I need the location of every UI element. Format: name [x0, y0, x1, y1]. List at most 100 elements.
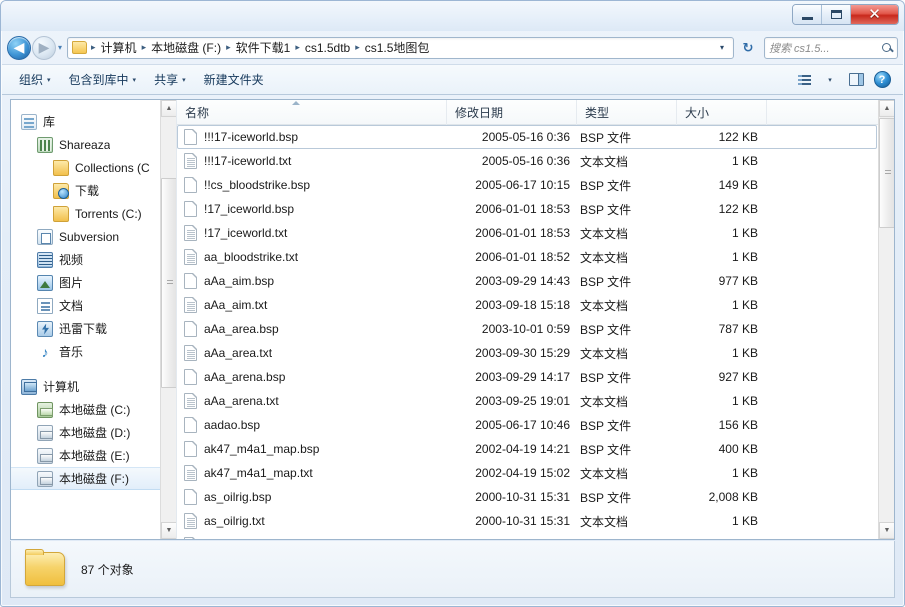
- bsp-file-icon: [184, 441, 197, 457]
- table-row[interactable]: aAa_area.bsp2003-10-01 0:59BSP 文件787 KB: [177, 317, 877, 341]
- scrollbar-thumb[interactable]: [161, 178, 177, 388]
- breadcrumb-item-4[interactable]: cs1.5地图包: [362, 38, 433, 57]
- search-input[interactable]: 搜索 cs1.5...: [769, 40, 882, 56]
- sidebar-item-12[interactable]: 计算机: [11, 375, 176, 398]
- view-options-icon: [798, 75, 811, 85]
- scroll-up-button[interactable]: ▲: [161, 100, 177, 117]
- text-file-icon: [184, 513, 197, 529]
- sidebar-item-4[interactable]: Torrents (C:): [11, 202, 176, 225]
- table-row[interactable]: aAa_arena.bsp2003-09-29 14:17BSP 文件927 K…: [177, 365, 877, 389]
- sidebar-item-10[interactable]: ♪音乐: [11, 340, 176, 363]
- column-header-date-label: 修改日期: [455, 104, 503, 121]
- table-row[interactable]: !!!17-iceworld.txt2005-05-16 0:36文本文档1 K…: [177, 149, 877, 173]
- item-count-label: 87 个对象: [81, 561, 134, 578]
- refresh-button[interactable]: ↻: [737, 37, 759, 59]
- sidebar-spacer: [11, 363, 176, 375]
- close-icon: ✕: [868, 7, 881, 22]
- share-button[interactable]: 共享 ▾: [145, 67, 195, 92]
- sidebar-item-7[interactable]: 图片: [11, 271, 176, 294]
- sort-ascending-icon: [292, 101, 300, 105]
- table-row[interactable]: !!!17-iceworld.bsp2005-05-16 0:36BSP 文件1…: [177, 125, 877, 149]
- refresh-icon: ↻: [743, 40, 754, 56]
- table-row[interactable]: ak47_m4a1_map.txt2002-04-19 15:02文本文档1 K…: [177, 461, 877, 485]
- table-row[interactable]: aAa_area.txt2003-09-30 15:29文本文档1 KB: [177, 341, 877, 365]
- folder-icon: [53, 206, 69, 222]
- navigation-tree: 库ShareazaCollections (C下载 Torrents (C:) Su…: [11, 100, 176, 490]
- file-date-cell: 2003-09-30 15:29: [448, 346, 578, 360]
- folder-icon: [72, 41, 87, 54]
- file-size-cell: 1 KB: [678, 514, 768, 528]
- file-date-cell: 2000-10-31 15:31: [448, 514, 578, 528]
- file-type-cell: 文本文档: [578, 249, 678, 266]
- file-name-cell: !17_iceworld.bsp: [178, 201, 448, 217]
- file-type-cell: 文本文档: [578, 513, 678, 530]
- navigation-scrollbar[interactable]: ▲ ▼: [160, 100, 176, 539]
- close-button[interactable]: ✕: [851, 5, 898, 24]
- sidebar-item-label: Torrents (C:): [75, 207, 142, 221]
- column-header-name[interactable]: 名称: [177, 100, 447, 125]
- table-row[interactable]: !!cs_bloodstrike.bsp2005-06-17 10:15BSP …: [177, 173, 877, 197]
- scroll-down-button[interactable]: ▼: [161, 522, 177, 539]
- organize-button[interactable]: 组织 ▾: [10, 67, 60, 92]
- file-type-cell: BSP 文件: [578, 129, 678, 146]
- sidebar-item-0[interactable]: 库: [11, 110, 176, 133]
- chevron-down-icon[interactable]: ▾: [715, 43, 729, 52]
- table-row[interactable]: aAa_arena.txt2003-09-25 19:01文本文档1 KB: [177, 389, 877, 413]
- search-box[interactable]: 搜索 cs1.5...: [764, 37, 898, 59]
- file-list-scrollbar[interactable]: ▲ ▼: [878, 100, 894, 539]
- forward-button[interactable]: ▶: [32, 36, 56, 60]
- column-header-size[interactable]: 大小: [677, 100, 767, 125]
- sidebar-item-2[interactable]: Collections (C: [11, 156, 176, 179]
- include-in-library-button[interactable]: 包含到库中 ▾: [60, 67, 146, 92]
- table-row[interactable]: as_oilrig.bsp2000-10-31 15:31BSP 文件2,008…: [177, 485, 877, 509]
- table-row[interactable]: ak47_m4a1_map.bsp2002-04-19 14:21BSP 文件4…: [177, 437, 877, 461]
- sidebar-item-15[interactable]: 本地磁盘 (E:): [11, 444, 176, 467]
- table-row[interactable]: !17_iceworld.bsp2006-01-01 18:53BSP 文件12…: [177, 197, 877, 221]
- column-header-type[interactable]: 类型: [577, 100, 677, 125]
- text-file-icon: [184, 393, 197, 409]
- sidebar-item-16[interactable]: 本地磁盘 (F:): [11, 467, 176, 490]
- table-row[interactable]: aadao.bsp2005-06-17 10:46BSP 文件156 KB: [177, 413, 877, 437]
- file-type-cell: BSP 文件: [578, 489, 678, 506]
- file-size-cell: 122 KB: [678, 130, 768, 144]
- column-header-date[interactable]: 修改日期: [447, 100, 577, 125]
- file-size-cell: 1 KB: [678, 154, 768, 168]
- maximize-button[interactable]: [822, 5, 851, 24]
- breadcrumb-item-2[interactable]: 软件下载1: [233, 38, 294, 57]
- table-row[interactable]: as_oilrig.txt2000-10-31 15:31文本文档1 KB: [177, 509, 877, 533]
- file-name-cell: !!cs_bloodstrike.bsp: [178, 177, 448, 193]
- sidebar-item-3[interactable]: 下载: [11, 179, 176, 202]
- history-dropdown-button[interactable]: ▾: [58, 43, 62, 52]
- file-size-cell: 2,008 KB: [678, 490, 768, 504]
- change-view-button[interactable]: [791, 69, 817, 91]
- view-dropdown-button[interactable]: ▾: [817, 69, 843, 91]
- breadcrumb-item-1[interactable]: 本地磁盘 (F:): [148, 38, 224, 57]
- sidebar-item-9[interactable]: 迅雷下载: [11, 317, 176, 340]
- scroll-up-button[interactable]: ▲: [879, 100, 894, 117]
- table-row[interactable]: as_tundra.bsp2001-08-02 10:40BSP 文件2,281…: [177, 533, 877, 539]
- help-button[interactable]: ?: [869, 69, 895, 91]
- minimize-button[interactable]: [793, 5, 822, 24]
- sidebar-item-1[interactable]: Shareaza: [11, 133, 176, 156]
- drive-icon: [37, 471, 53, 487]
- table-row[interactable]: aAa_aim.bsp2003-09-29 14:43BSP 文件977 KB: [177, 269, 877, 293]
- sidebar-item-8[interactable]: 文档: [11, 294, 176, 317]
- table-row[interactable]: !17_iceworld.txt2006-01-01 18:53文本文档1 KB: [177, 221, 877, 245]
- sidebar-item-6[interactable]: 视频: [11, 248, 176, 271]
- folder-icon: [25, 552, 65, 586]
- scroll-down-button[interactable]: ▼: [879, 522, 894, 539]
- breadcrumb-item-0[interactable]: 计算机: [98, 38, 140, 57]
- breadcrumb-bar[interactable]: ▸ 计算机 ▸ 本地磁盘 (F:) ▸ 软件下载1 ▸ cs1.5dtb ▸ c…: [67, 37, 734, 59]
- breadcrumb-separator-2: ▸: [224, 42, 233, 53]
- sidebar-item-14[interactable]: 本地磁盘 (D:): [11, 421, 176, 444]
- table-row[interactable]: aAa_aim.txt2003-09-18 15:18文本文档1 KB: [177, 293, 877, 317]
- scrollbar-thumb[interactable]: [879, 118, 894, 228]
- breadcrumb-item-3[interactable]: cs1.5dtb: [302, 40, 353, 56]
- back-button[interactable]: ◀: [7, 36, 31, 60]
- table-row[interactable]: aa_bloodstrike.txt2006-01-01 18:52文本文档1 …: [177, 245, 877, 269]
- sidebar-item-5[interactable]: Subversion: [11, 225, 176, 248]
- new-folder-button[interactable]: 新建文件夹: [195, 67, 273, 92]
- sidebar-item-13[interactable]: 本地磁盘 (C:): [11, 398, 176, 421]
- file-size-cell: 1 KB: [678, 466, 768, 480]
- preview-pane-button[interactable]: [843, 69, 869, 91]
